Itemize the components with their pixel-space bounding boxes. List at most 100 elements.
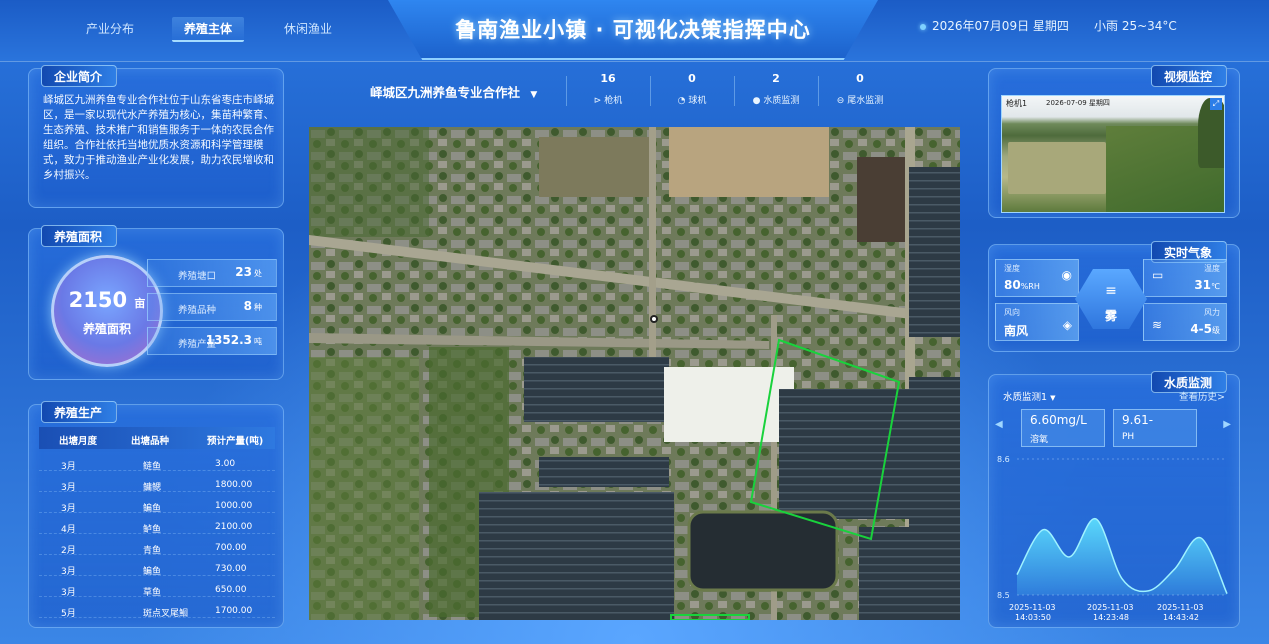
camera-icon: ⊳	[593, 96, 602, 106]
camera-label: 枪机1	[1006, 99, 1028, 108]
header-bar: 鲁南渔业小镇 · 可视化决策指挥中心 产业分布 养殖主体 休闲渔业 2026年0…	[0, 0, 1269, 62]
chart-area	[1017, 518, 1227, 595]
species-cell: 鳊鱼	[143, 567, 162, 577]
device-select[interactable]: 水质监测1 ▼	[1003, 389, 1055, 403]
species-cell: 草鱼	[143, 588, 162, 598]
stat-wastewater[interactable]: 0 ⊖ 尾水监测	[820, 72, 900, 106]
month-cell: 3月	[61, 462, 76, 472]
table-row: 3月 鳊鱼 730.00	[39, 558, 275, 577]
x-tick-label: 14:03:50	[1015, 613, 1051, 622]
video-title: 视频监控	[1150, 65, 1227, 87]
farming-area-title: 养殖面积	[41, 225, 118, 247]
production-panel: 养殖生产 出塘月度 出塘品种 预计产量(吨) 3月 鲢鱼 3.00 3月 鳙鳃 1800.…	[28, 401, 284, 628]
map-canvas	[309, 127, 960, 620]
output-cell: 1000.00	[215, 501, 253, 511]
table-row: 2月 青鱼 700.00	[39, 537, 275, 556]
humidity-icon: ◉	[1061, 268, 1072, 282]
table-row: 5月 斑点叉尾鮰 1700.00	[39, 600, 275, 619]
divider	[734, 76, 735, 106]
month-cell: 2月	[61, 546, 76, 556]
table-row: 3月 鳙鳃 1800.00	[39, 474, 275, 493]
divider	[650, 76, 651, 106]
water-quality-panel: 水质监测 水质监测1 ▼ 查看历史> ◀ ▶ 6.60mg/L 溶氧 9.61-…	[988, 371, 1240, 628]
date-display: 2026年07月09日 星期四	[920, 17, 1069, 34]
divider	[818, 76, 819, 106]
x-tick-label: 14:23:48	[1093, 613, 1129, 622]
tab-leisure-fishery[interactable]: 休闲渔业	[284, 20, 332, 37]
production-title: 养殖生产	[41, 401, 118, 423]
page-title: 鲁南渔业小镇 · 可视化决策指挥中心	[455, 18, 811, 42]
farming-area-panel: 养殖面积 2150 亩 养殖面积 养殖塘口 23 处 养殖品种 8种 养殖产量 1…	[28, 225, 284, 380]
stat-row-species: 养殖品种 8种	[147, 293, 277, 321]
species-cell: 鳊鱼	[143, 504, 162, 514]
water-quality-chart: 8.68.52025-11-0314:03:502025-11-0314:23:…	[997, 455, 1228, 622]
header-weather: 小雨 25~34°C	[1094, 19, 1177, 33]
output-cell: 700.00	[215, 543, 247, 553]
thermometer-icon: ▭	[1152, 268, 1164, 282]
chevron-left-icon[interactable]: ◀	[995, 419, 1003, 430]
month-cell: 3月	[61, 567, 76, 577]
wind-force-cell: 风力 4-5级 ≋	[1143, 303, 1227, 341]
fog-icon: ≡	[1105, 283, 1117, 299]
x-tick-label: 2025-11-03	[1009, 603, 1056, 612]
output-cell: 730.00	[215, 564, 247, 574]
satellite-map[interactable]	[309, 127, 960, 620]
species-cell: 鳙鳃	[143, 483, 162, 493]
production-table-header: 出塘月度 出塘品种 预计产量(吨)	[39, 427, 275, 449]
output-cell: 3.00	[215, 459, 236, 469]
video-pond	[1008, 142, 1106, 194]
water-drop-icon: ●	[752, 96, 761, 106]
output-cell: 650.00	[215, 585, 247, 595]
output-cell: 2100.00	[215, 522, 253, 532]
table-row: 3月 鲢鱼 3.00	[39, 453, 275, 472]
stat-water-quality[interactable]: 2 ● 水质监测	[736, 72, 816, 106]
ph-card: 9.61- PH	[1113, 409, 1197, 447]
stat-dome-camera[interactable]: 0 ◔ 球机	[652, 72, 732, 106]
company-intro-text: 峄城区九洲养鱼专业合作社位于山东省枣庄市峄城区，是一家以现代水产养殖为核心，集苗…	[43, 94, 274, 181]
wind-direction-cell: 风向 南风 ◈	[995, 303, 1079, 341]
video-panel: 视频监控 枪机1 2026-07-09 星期四 ⤢	[988, 65, 1240, 218]
video-timestamp: 2026-07-09 星期四	[1046, 99, 1110, 107]
area-gauge-label: 养殖面积	[82, 322, 131, 336]
company-intro-title: 企业简介	[41, 65, 118, 87]
tab-farming-entity[interactable]: 养殖主体	[172, 17, 245, 42]
temperature-cell: 温度 31℃ ▭	[1143, 259, 1227, 297]
output-cell: 1800.00	[215, 480, 253, 490]
weather-condition: ≡ 雾	[1075, 269, 1147, 329]
status-dot-icon	[920, 23, 926, 30]
wind-icon: ≋	[1152, 318, 1163, 332]
fullscreen-icon[interactable]: ⤢	[1210, 98, 1222, 110]
tab-industry-distribution[interactable]: 产业分布	[86, 20, 134, 37]
month-cell: 3月	[61, 588, 76, 598]
area-value: 2150 亩	[68, 288, 146, 312]
output-cell: 1700.00	[215, 606, 253, 616]
x-tick-label: 2025-11-03	[1157, 603, 1204, 612]
x-tick-label: 2025-11-03	[1087, 603, 1134, 612]
table-row: 4月 鲈鱼 2100.00	[39, 516, 275, 535]
x-tick-label: 14:43:42	[1163, 613, 1199, 622]
history-link[interactable]: 查看历史>	[1179, 389, 1225, 403]
stat-gun-camera[interactable]: 16 ⊳ 枪机	[568, 72, 648, 106]
species-cell: 鲈鱼	[143, 525, 162, 535]
company-intro-panel: 企业简介 峄城区九洲养鱼专业合作社位于山东省枣庄市峄城区，是一家以现代水产养殖为…	[28, 65, 284, 208]
stat-row-ponds: 养殖塘口 23 处	[147, 259, 277, 287]
month-cell: 3月	[61, 504, 76, 514]
chevron-down-icon: ▼	[1050, 394, 1056, 402]
oxygen-card: 6.60mg/L 溶氧	[1021, 409, 1105, 447]
month-cell: 3月	[61, 483, 76, 493]
month-cell: 5月	[61, 609, 76, 619]
divider	[566, 76, 567, 106]
species-cell: 青鱼	[143, 546, 162, 556]
video-feed[interactable]: 枪机1 2026-07-09 星期四 ⤢	[1001, 95, 1225, 213]
stat-row-output: 养殖产量 1352.3 吨	[147, 327, 277, 355]
compass-icon: ◈	[1062, 318, 1072, 332]
chevron-right-icon[interactable]: ▶	[1223, 419, 1231, 430]
cooperative-select[interactable]: 峄城区九洲养鱼专业合作社 ▼	[370, 82, 537, 101]
y-tick-label: 8.5	[997, 591, 1010, 600]
dome-camera-icon: ◔	[677, 96, 686, 106]
weather-panel: 实时气象 湿度 80%RH ◉ 温度 31℃ ▭ 风向 南风 ◈ 风力 4-5级…	[988, 241, 1240, 352]
table-row: 3月 草鱼 650.00	[39, 579, 275, 598]
table-row: 3月 鳊鱼 1000.00	[39, 495, 275, 514]
species-cell: 斑点叉尾鮰	[143, 609, 189, 619]
chevron-down-icon: ▼	[530, 90, 538, 100]
